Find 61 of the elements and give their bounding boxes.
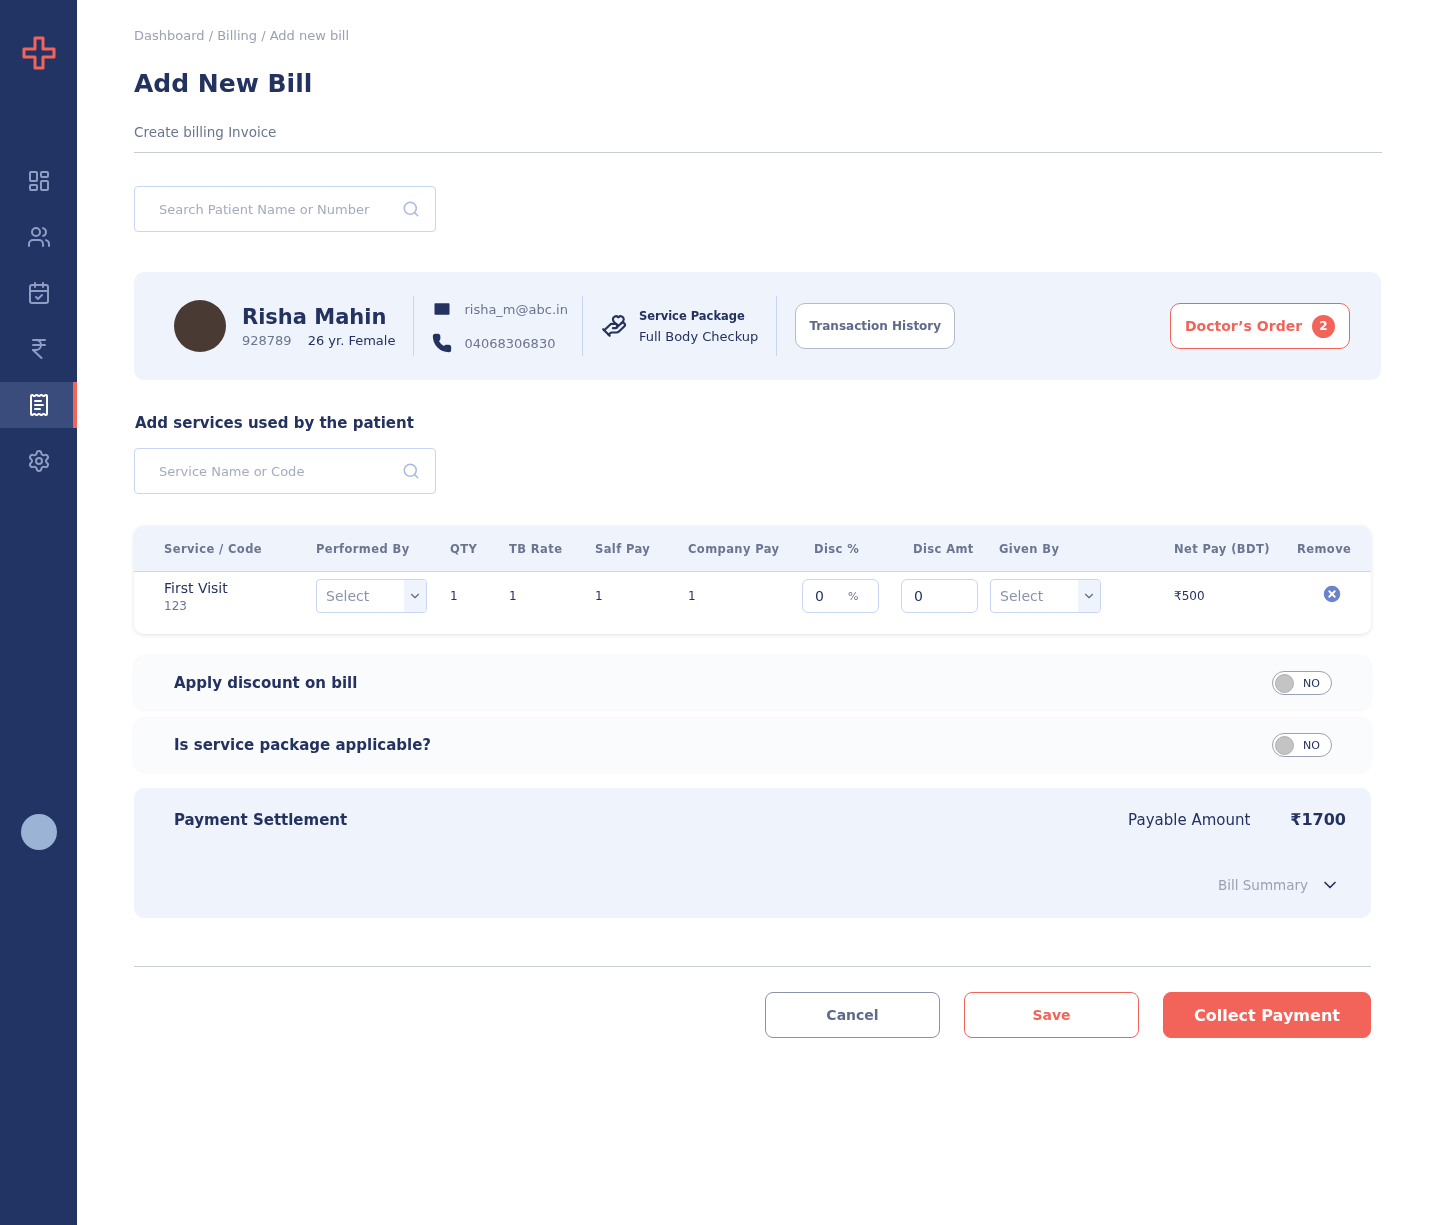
doctors-order-button[interactable]: Doctor’s Order 2: [1170, 303, 1350, 349]
search-icon: [402, 462, 420, 480]
table-cell-text: 1: [509, 589, 518, 603]
discount-amount-field[interactable]: 0: [901, 579, 978, 613]
toggle-switch[interactable]: NO: [1272, 733, 1332, 757]
column-header: Service / Code: [164, 541, 263, 556]
action-button[interactable]: Cancel: [765, 992, 940, 1038]
table-cell-text: 1: [450, 589, 459, 603]
settings-icon: [26, 449, 51, 473]
option-label: Apply discount on bill: [174, 674, 358, 692]
column-header: Company Pay: [688, 541, 781, 556]
cross-logo-icon: [21, 36, 56, 70]
hand-care-icon: [600, 313, 627, 339]
given-by-select[interactable]: Select: [990, 579, 1101, 613]
column-header: Net Pay (BDT): [1174, 541, 1271, 556]
payment-title: Payment Settlement: [174, 810, 348, 829]
page-title: Add New Bill: [134, 69, 314, 98]
service-code: 123: [164, 598, 188, 613]
photo-placeholder: [174, 300, 226, 352]
patient-age-gender: 26 yr. Female: [307, 332, 396, 348]
toggle-switch[interactable]: NO: [1272, 671, 1332, 695]
service-search-field[interactable]: Service Name or Code: [134, 448, 436, 494]
package-name: Full Body Checkup: [638, 328, 759, 344]
column-header: Disc %: [813, 541, 861, 556]
column-header: Remove: [1297, 541, 1353, 556]
patient-name: Risha Mahin: [242, 304, 388, 329]
dashboard-icon: [26, 169, 51, 193]
patient-email: risha_m@abc.in: [464, 301, 568, 317]
payable-label: Payable Amount: [1128, 810, 1251, 829]
phone-icon: [432, 333, 453, 353]
net-pay: ₹500: [1174, 589, 1206, 603]
discount-percent-field[interactable]: 0 %: [802, 579, 879, 613]
column-header: Performed By: [316, 541, 411, 556]
patient-id: 928789: [242, 332, 292, 348]
transaction-history-button[interactable]: Transaction History: [795, 303, 956, 349]
section-heading: Add services used by the patient: [135, 414, 415, 432]
patient-phone: 04068306830: [464, 335, 556, 351]
breadcrumb: Dashboard / Billing / Add new bill: [134, 28, 351, 43]
column-header: Disc Amt: [912, 541, 975, 556]
column-header: Given By: [998, 541, 1061, 556]
remove-icon[interactable]: [1321, 583, 1343, 605]
people-icon: [26, 225, 51, 249]
column-header: QTY: [450, 541, 479, 556]
service-name: First Visit: [164, 579, 229, 596]
order-count-badge: 2: [1312, 314, 1336, 338]
table-cell-text: 1: [688, 589, 697, 603]
search-icon: [402, 200, 420, 218]
action-button[interactable]: Save: [964, 992, 1139, 1038]
calendar-icon: [26, 281, 51, 305]
page-subtitle: Create billing Invoice: [134, 124, 1382, 153]
payable-amount: ₹1700: [1290, 810, 1346, 829]
table-cell-text: 1: [595, 589, 604, 603]
sidebar-item[interactable]: [0, 382, 77, 428]
column-header: TB Rate: [509, 541, 564, 556]
performed-by-select[interactable]: Select: [316, 579, 427, 613]
user-avatar[interactable]: [20, 814, 57, 850]
option-label: Is service package applicable?: [174, 736, 432, 754]
patient-search-field[interactable]: Search Patient Name or Number: [134, 186, 436, 232]
column-header: Salf Pay: [595, 541, 652, 556]
action-button[interactable]: Collect Payment: [1163, 992, 1371, 1038]
package-label: Service Package: [638, 308, 746, 323]
